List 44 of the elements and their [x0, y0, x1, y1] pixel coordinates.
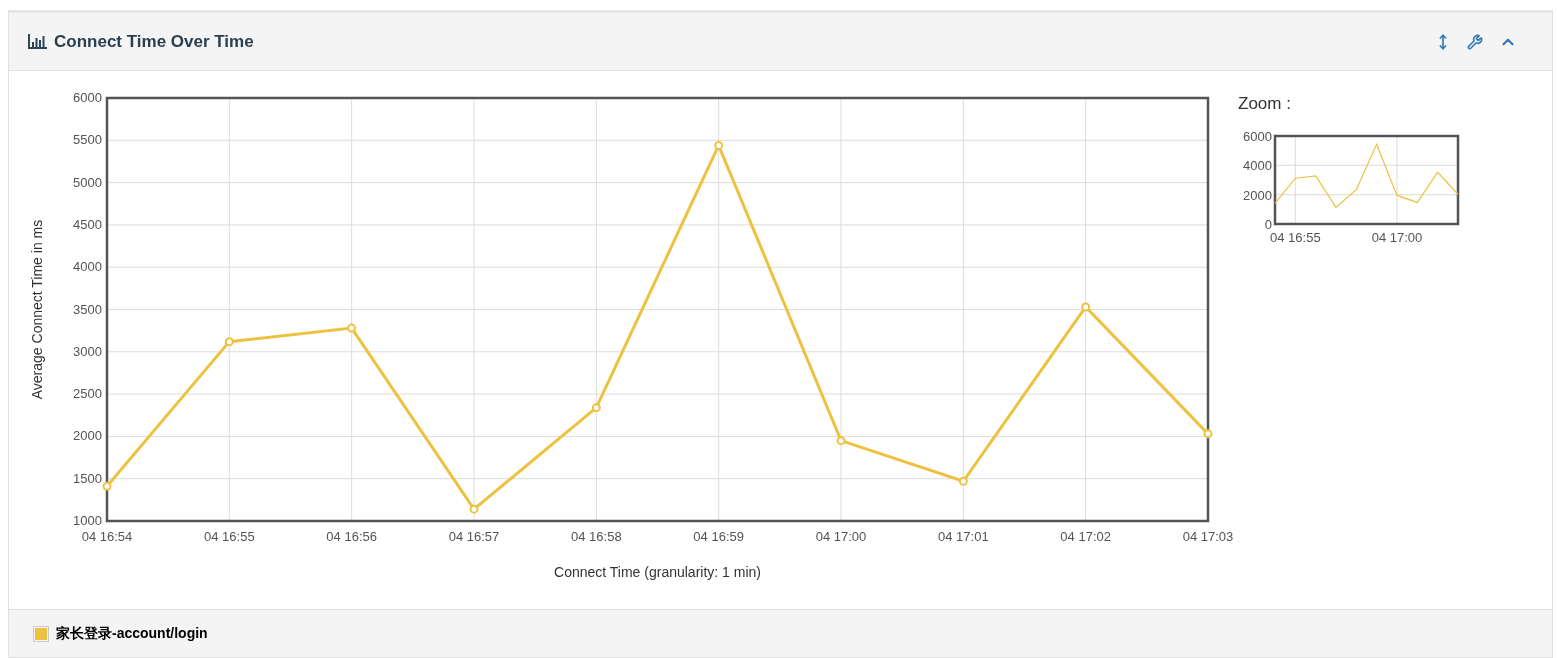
data-point — [591, 403, 601, 413]
data-point — [224, 337, 234, 347]
data-point — [1203, 429, 1213, 439]
x-tick-label: 04 16:54 — [81, 529, 133, 544]
panel-title: Connect Time Over Time — [54, 30, 254, 53]
y-tick-label: 4500 — [73, 216, 102, 232]
legend-label[interactable]: 家长登录-account/login — [56, 623, 208, 644]
y-tick-label: 3500 — [73, 301, 102, 317]
y-tick-label: 1500 — [73, 470, 102, 486]
y-tick-label: 1000 — [73, 513, 102, 528]
data-point — [714, 140, 724, 150]
y-tick-label: 4000 — [1243, 157, 1272, 173]
y-tick-label: 2500 — [73, 386, 102, 402]
x-tick-label: 04 16:56 — [326, 529, 377, 544]
zoom-label: Zoom : — [1238, 93, 1292, 115]
y-tick-label: 0 — [1264, 216, 1272, 232]
y-tick-label: 4000 — [73, 259, 102, 275]
x-tick-label: 04 16:55 — [1270, 229, 1321, 245]
x-tick-label: 04 16:57 — [448, 529, 500, 544]
data-point — [469, 504, 479, 514]
data-point — [958, 476, 968, 486]
y-tick-label: 2000 — [73, 428, 102, 444]
data-point — [1081, 302, 1091, 312]
y-tick-label: 6000 — [73, 90, 102, 105]
y-tick-label: 5500 — [73, 132, 102, 148]
y-tick-label: 2000 — [1243, 187, 1272, 203]
data-point — [347, 323, 357, 333]
wrench-icon[interactable] — [1467, 33, 1483, 50]
x-tick-label: 04 17:00 — [1371, 229, 1423, 245]
bar-chart-icon — [28, 34, 47, 49]
y-tick-label: 5000 — [73, 174, 102, 190]
y-tick-label: 6000 — [1243, 128, 1272, 144]
x-axis-label: Connect Time (granularity: 1 min) — [554, 564, 761, 580]
x-tick-label: 04 17:00 — [815, 529, 867, 544]
x-tick-label: 04 16:59 — [693, 529, 744, 544]
y-tick-label: 3000 — [73, 343, 102, 359]
x-tick-label: 04 17:02 — [1060, 529, 1111, 544]
x-tick-label: 04 16:58 — [571, 529, 622, 544]
x-tick-label: 04 17:01 — [938, 529, 989, 544]
data-point — [102, 481, 112, 491]
x-tick-label: 04 17:03 — [1182, 529, 1234, 544]
y-axis-label: Average Connect Time in ms — [29, 219, 45, 400]
data-point — [836, 436, 846, 446]
x-tick-label: 04 16:55 — [204, 529, 255, 544]
